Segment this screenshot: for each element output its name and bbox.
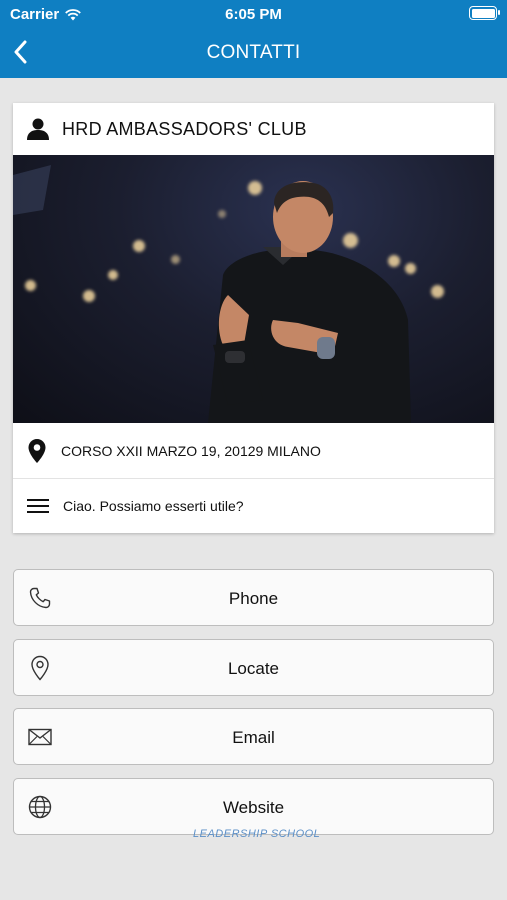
battery-icon — [469, 6, 500, 20]
message-text: Ciao. Possiamo esserti utile? — [63, 498, 244, 514]
nav-bar: CONTATTI — [0, 28, 507, 78]
speaker-photo — [13, 155, 494, 423]
app-header: Carrier 6:05 PM CONTATTI — [0, 0, 507, 78]
website-button[interactable]: Website — [13, 778, 494, 835]
contact-card: HRD AMBASSADORS' CLUB CORSO XXII MARZO 1… — [13, 103, 494, 533]
page-title: CONTATTI — [206, 42, 301, 63]
email-button[interactable]: Email — [13, 708, 494, 765]
person-icon — [27, 118, 49, 140]
email-button-label: Email — [232, 728, 275, 747]
phone-button[interactable]: Phone — [13, 569, 494, 626]
website-button-label: Website — [222, 798, 285, 817]
card-title: HRD AMBASSADORS' CLUB — [62, 118, 307, 139]
phone-button-label: Phone — [228, 589, 279, 608]
message-row[interactable]: Ciao. Possiamo esserti utile? — [13, 479, 494, 533]
card-header: HRD AMBASSADORS' CLUB — [13, 103, 494, 155]
address-row[interactable]: CORSO XXII MARZO 19, 20129 MILANO — [13, 423, 494, 479]
footer-logo: LEADERSHIP SCHOOL — [193, 828, 321, 840]
menu-icon — [27, 499, 49, 513]
address-text: CORSO XXII MARZO 19, 20129 MILANO — [61, 442, 321, 459]
location-pin-icon — [28, 438, 46, 463]
locate-button-label: Locate — [227, 659, 280, 678]
status-time: 6:05 PM — [225, 6, 282, 23]
status-bar: Carrier 6:05 PM — [0, 0, 507, 28]
locate-button[interactable]: Locate — [13, 639, 494, 696]
speaker-figure — [13, 165, 411, 423]
